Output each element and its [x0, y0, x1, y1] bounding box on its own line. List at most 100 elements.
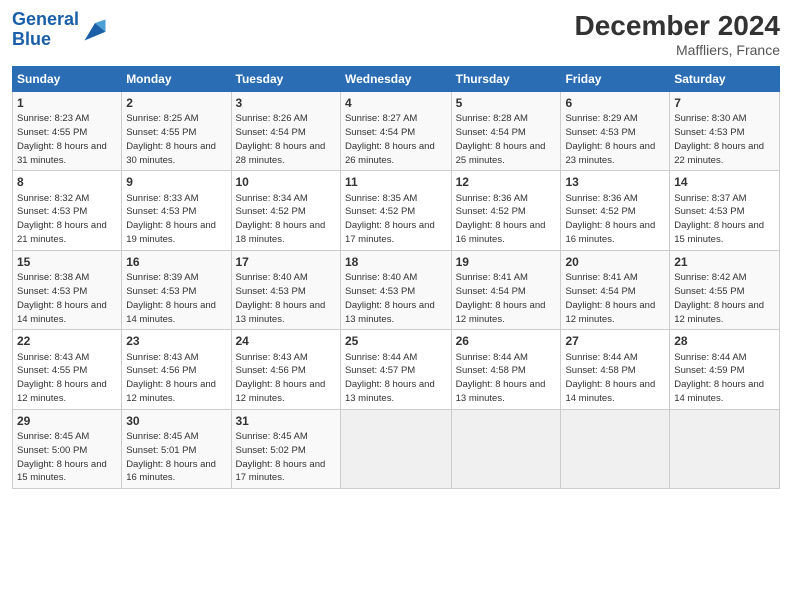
day-number: 8 — [17, 174, 117, 190]
day-number: 19 — [456, 254, 557, 270]
day-cell: 19 Sunrise: 8:41 AMSunset: 4:54 PMDayligh… — [451, 250, 561, 329]
day-info: Sunrise: 8:32 AMSunset: 4:53 PMDaylight:… — [17, 193, 107, 245]
day-info: Sunrise: 8:40 AMSunset: 4:53 PMDaylight:… — [236, 272, 326, 324]
day-number: 29 — [17, 413, 117, 429]
day-number: 5 — [456, 95, 557, 111]
location: Maffliers, France — [575, 42, 780, 58]
day-cell: 8 Sunrise: 8:32 AMSunset: 4:53 PMDaylight… — [13, 171, 122, 250]
day-number: 11 — [345, 174, 447, 190]
day-info: Sunrise: 8:43 AMSunset: 4:55 PMDaylight:… — [17, 352, 107, 404]
day-info: Sunrise: 8:44 AMSunset: 4:58 PMDaylight:… — [456, 352, 546, 404]
calendar-table: SundayMondayTuesdayWednesdayThursdayFrid… — [12, 66, 780, 489]
day-info: Sunrise: 8:30 AMSunset: 4:53 PMDaylight:… — [674, 113, 764, 165]
day-info: Sunrise: 8:39 AMSunset: 4:53 PMDaylight:… — [126, 272, 216, 324]
day-number: 6 — [565, 95, 665, 111]
day-number: 12 — [456, 174, 557, 190]
week-row-1: 1Sunrise: 8:23 AMSunset: 4:55 PMDaylight… — [13, 92, 780, 171]
day-cell: 17 Sunrise: 8:40 AMSunset: 4:53 PMDayligh… — [231, 250, 340, 329]
day-info: Sunrise: 8:26 AMSunset: 4:54 PMDaylight:… — [236, 113, 326, 165]
page-container: GeneralBlue December 2024 Maffliers, Fra… — [0, 0, 792, 497]
day-cell: 25 Sunrise: 8:44 AMSunset: 4:57 PMDayligh… — [340, 330, 451, 409]
day-number: 22 — [17, 333, 117, 349]
day-info: Sunrise: 8:29 AMSunset: 4:53 PMDaylight:… — [565, 113, 655, 165]
day-number: 16 — [126, 254, 226, 270]
day-info: Sunrise: 8:44 AMSunset: 4:58 PMDaylight:… — [565, 352, 655, 404]
col-header-wednesday: Wednesday — [340, 67, 451, 92]
day-info: Sunrise: 8:25 AMSunset: 4:55 PMDaylight:… — [126, 113, 216, 165]
day-cell — [561, 409, 670, 488]
day-info: Sunrise: 8:40 AMSunset: 4:53 PMDaylight:… — [345, 272, 435, 324]
logo-text: GeneralBlue — [12, 10, 79, 50]
day-info: Sunrise: 8:41 AMSunset: 4:54 PMDaylight:… — [456, 272, 546, 324]
day-info: Sunrise: 8:28 AMSunset: 4:54 PMDaylight:… — [456, 113, 546, 165]
day-cell: 23 Sunrise: 8:43 AMSunset: 4:56 PMDayligh… — [122, 330, 231, 409]
day-info: Sunrise: 8:23 AMSunset: 4:55 PMDaylight:… — [17, 113, 107, 165]
day-cell: 27 Sunrise: 8:44 AMSunset: 4:58 PMDayligh… — [561, 330, 670, 409]
day-info: Sunrise: 8:36 AMSunset: 4:52 PMDaylight:… — [565, 193, 655, 245]
day-info: Sunrise: 8:37 AMSunset: 4:53 PMDaylight:… — [674, 193, 764, 245]
day-number: 2 — [126, 95, 226, 111]
day-number: 24 — [236, 333, 336, 349]
day-cell: 1Sunrise: 8:23 AMSunset: 4:55 PMDaylight… — [13, 92, 122, 171]
title-section: December 2024 Maffliers, France — [575, 10, 780, 58]
col-header-saturday: Saturday — [670, 67, 780, 92]
day-number: 14 — [674, 174, 775, 190]
col-header-thursday: Thursday — [451, 67, 561, 92]
day-cell: 12 Sunrise: 8:36 AMSunset: 4:52 PMDayligh… — [451, 171, 561, 250]
day-info: Sunrise: 8:41 AMSunset: 4:54 PMDaylight:… — [565, 272, 655, 324]
day-info: Sunrise: 8:44 AMSunset: 4:57 PMDaylight:… — [345, 352, 435, 404]
logo-icon — [81, 16, 109, 44]
day-number: 21 — [674, 254, 775, 270]
day-info: Sunrise: 8:38 AMSunset: 4:53 PMDaylight:… — [17, 272, 107, 324]
day-info: Sunrise: 8:43 AMSunset: 4:56 PMDaylight:… — [236, 352, 326, 404]
day-number: 23 — [126, 333, 226, 349]
day-number: 13 — [565, 174, 665, 190]
day-number: 20 — [565, 254, 665, 270]
day-cell: 10 Sunrise: 8:34 AMSunset: 4:52 PMDayligh… — [231, 171, 340, 250]
day-cell: 13 Sunrise: 8:36 AMSunset: 4:52 PMDayligh… — [561, 171, 670, 250]
day-number: 10 — [236, 174, 336, 190]
month-title: December 2024 — [575, 10, 780, 42]
day-cell: 31 Sunrise: 8:45 AMSunset: 5:02 PMDayligh… — [231, 409, 340, 488]
col-header-monday: Monday — [122, 67, 231, 92]
day-number: 27 — [565, 333, 665, 349]
day-number: 18 — [345, 254, 447, 270]
day-cell — [340, 409, 451, 488]
day-number: 15 — [17, 254, 117, 270]
day-number: 17 — [236, 254, 336, 270]
day-number: 30 — [126, 413, 226, 429]
day-number: 26 — [456, 333, 557, 349]
col-header-tuesday: Tuesday — [231, 67, 340, 92]
day-info: Sunrise: 8:34 AMSunset: 4:52 PMDaylight:… — [236, 193, 326, 245]
day-number: 7 — [674, 95, 775, 111]
day-number: 28 — [674, 333, 775, 349]
week-row-5: 29Sunrise: 8:45 AMSunset: 5:00 PMDayligh… — [13, 409, 780, 488]
day-info: Sunrise: 8:43 AMSunset: 4:56 PMDaylight:… — [126, 352, 216, 404]
day-number: 31 — [236, 413, 336, 429]
day-cell: 6 Sunrise: 8:29 AMSunset: 4:53 PMDaylight… — [561, 92, 670, 171]
day-cell: 29Sunrise: 8:45 AMSunset: 5:00 PMDayligh… — [13, 409, 122, 488]
header-row: SundayMondayTuesdayWednesdayThursdayFrid… — [13, 67, 780, 92]
day-info: Sunrise: 8:35 AMSunset: 4:52 PMDaylight:… — [345, 193, 435, 245]
day-cell: 2 Sunrise: 8:25 AMSunset: 4:55 PMDaylight… — [122, 92, 231, 171]
day-cell: 16 Sunrise: 8:39 AMSunset: 4:53 PMDayligh… — [122, 250, 231, 329]
day-cell: 30Sunrise: 8:45 AMSunset: 5:01 PMDayligh… — [122, 409, 231, 488]
day-cell: 18 Sunrise: 8:40 AMSunset: 4:53 PMDayligh… — [340, 250, 451, 329]
day-info: Sunrise: 8:44 AMSunset: 4:59 PMDaylight:… — [674, 352, 764, 404]
day-info: Sunrise: 8:45 AMSunset: 5:02 PMDaylight:… — [236, 431, 326, 483]
day-info: Sunrise: 8:36 AMSunset: 4:52 PMDaylight:… — [456, 193, 546, 245]
header: GeneralBlue December 2024 Maffliers, Fra… — [12, 10, 780, 58]
week-row-4: 22 Sunrise: 8:43 AMSunset: 4:55 PMDayligh… — [13, 330, 780, 409]
day-cell: 21 Sunrise: 8:42 AMSunset: 4:55 PMDayligh… — [670, 250, 780, 329]
day-info: Sunrise: 8:42 AMSunset: 4:55 PMDaylight:… — [674, 272, 764, 324]
day-info: Sunrise: 8:33 AMSunset: 4:53 PMDaylight:… — [126, 193, 216, 245]
day-cell: 22 Sunrise: 8:43 AMSunset: 4:55 PMDayligh… — [13, 330, 122, 409]
day-number: 3 — [236, 95, 336, 111]
day-cell: 28 Sunrise: 8:44 AMSunset: 4:59 PMDayligh… — [670, 330, 780, 409]
day-cell: 9Sunrise: 8:33 AMSunset: 4:53 PMDaylight… — [122, 171, 231, 250]
day-cell: 26 Sunrise: 8:44 AMSunset: 4:58 PMDayligh… — [451, 330, 561, 409]
week-row-3: 15 Sunrise: 8:38 AMSunset: 4:53 PMDayligh… — [13, 250, 780, 329]
day-info: Sunrise: 8:27 AMSunset: 4:54 PMDaylight:… — [345, 113, 435, 165]
day-number: 25 — [345, 333, 447, 349]
day-cell: 7 Sunrise: 8:30 AMSunset: 4:53 PMDaylight… — [670, 92, 780, 171]
